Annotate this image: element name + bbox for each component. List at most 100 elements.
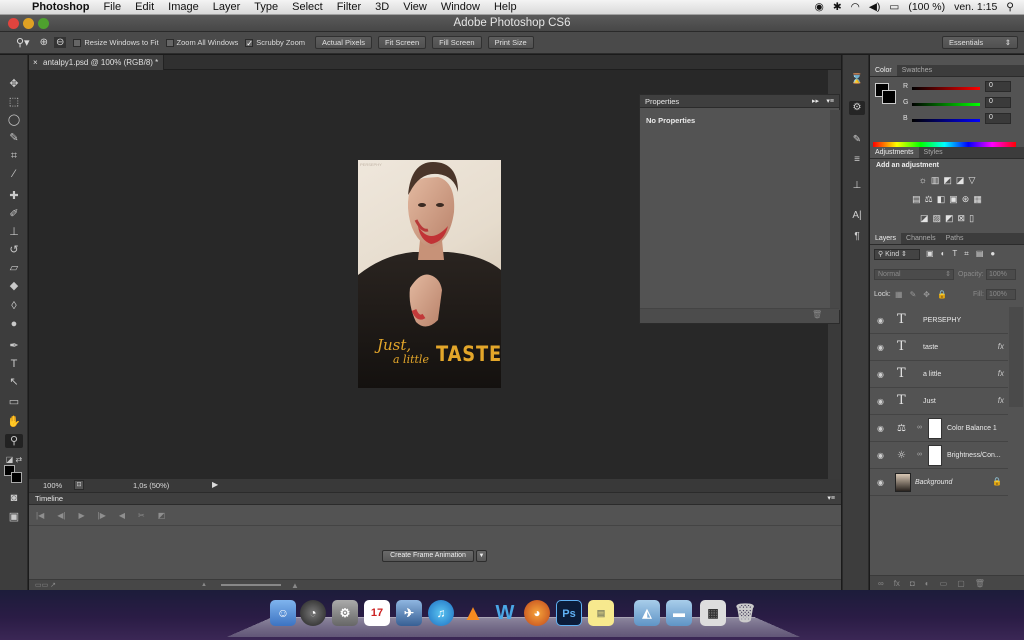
volume-icon[interactable]: ◀) xyxy=(869,1,881,13)
menu-image[interactable]: Image xyxy=(161,1,206,13)
menu-3d[interactable]: 3D xyxy=(368,1,396,13)
hue-saturation-icon[interactable]: ▤ xyxy=(912,194,921,205)
layer-row[interactable]: ◉ ☼ ∞ Brightness/Con... xyxy=(870,442,1008,469)
trash-icon[interactable]: 🗑 xyxy=(732,600,758,626)
type-tool-icon[interactable]: T xyxy=(5,357,23,371)
marquee-tool-icon[interactable]: ⬚ xyxy=(5,95,23,109)
document-tab[interactable]: × antalpy1.psd @ 100% (RGB/8) * xyxy=(29,55,164,70)
eyedropper-tool-icon[interactable]: ⁄ xyxy=(5,167,23,181)
visibility-eye-icon[interactable]: ◉ xyxy=(877,343,884,352)
background-color-swatch[interactable] xyxy=(882,90,896,104)
layer-row[interactable]: ◉ T taste fx xyxy=(870,334,1008,361)
red-value-field[interactable]: 0 xyxy=(985,81,1011,92)
split-scissors-icon[interactable]: ✂ xyxy=(138,511,145,520)
menu-help[interactable]: Help xyxy=(487,1,524,13)
photoshop-dock-icon[interactable]: Ps xyxy=(556,600,582,626)
paragraph-panel-icon[interactable]: ¶ xyxy=(849,230,865,244)
pen-tool-icon[interactable]: ✒ xyxy=(5,339,23,353)
firefox-icon[interactable]: ◕ xyxy=(524,600,550,626)
scrubby-zoom-checkbox[interactable]: ✓ Scrubby Zoom xyxy=(245,38,305,47)
screen-mode-icon[interactable]: ▣ xyxy=(5,510,23,524)
green-slider[interactable] xyxy=(912,103,980,106)
eye-menulet-icon[interactable]: ◉ xyxy=(815,1,824,13)
hand-tool-icon[interactable]: ✋ xyxy=(5,415,23,429)
properties-scrollbar[interactable] xyxy=(830,110,840,310)
blue-value-field[interactable]: 0 xyxy=(985,113,1011,124)
brightness-contrast-icon[interactable]: ☼ xyxy=(919,175,927,186)
vibrance-icon[interactable]: ▽ xyxy=(968,175,975,186)
chevron-down-icon[interactable]: ▼ xyxy=(476,550,487,562)
menu-app-name[interactable]: Photoshop xyxy=(30,1,96,13)
filter-kind-select[interactable]: ⚲ Kind ⇕ xyxy=(874,249,920,260)
tab-adjustments[interactable]: Adjustments xyxy=(870,147,919,158)
zoom-tool-icon[interactable]: ⚲ xyxy=(5,434,23,448)
status-info-icon[interactable]: ⊡ xyxy=(74,480,84,490)
pixel-filter-icon[interactable]: ▣ xyxy=(926,249,934,259)
history-panel-icon[interactable]: ⌛ xyxy=(849,73,865,87)
brush-panel-icon[interactable]: ✎ xyxy=(849,133,865,147)
actual-pixels-button[interactable]: Actual Pixels xyxy=(315,36,372,49)
layer-row[interactable]: ◉ ⚖ ∞ Color Balance 1 xyxy=(870,415,1008,442)
photo-filter-icon[interactable]: ▣ xyxy=(949,194,958,205)
layer-mask-thumbnail[interactable] xyxy=(928,418,942,439)
resize-windows-checkbox[interactable]: Resize Windows to Fit xyxy=(73,38,159,47)
audio-icon[interactable]: ◀ xyxy=(119,511,125,520)
system-preferences-icon[interactable]: ⚙ xyxy=(332,600,358,626)
background-color-swatch[interactable] xyxy=(11,472,22,483)
menu-file[interactable]: File xyxy=(96,1,128,13)
bluetooth-icon[interactable]: ✱ xyxy=(833,1,842,13)
lock-pixels-icon[interactable]: ✎ xyxy=(910,290,917,299)
applications-folder-icon[interactable]: ◭ xyxy=(634,600,660,626)
smart-object-filter-icon[interactable]: ▤ xyxy=(976,249,984,259)
layers-scrollbar[interactable] xyxy=(1009,307,1023,407)
visibility-eye-icon[interactable]: ◉ xyxy=(877,397,884,406)
link-icon[interactable]: ∞ xyxy=(917,424,922,431)
brush-presets-icon[interactable]: ≡ xyxy=(849,153,865,167)
tab-swatches[interactable]: Swatches xyxy=(897,65,937,76)
rectangle-tool-icon[interactable]: ▭ xyxy=(5,395,23,409)
color-balance-icon[interactable]: ⚖ xyxy=(925,194,933,205)
zoom-tool-preset-icon[interactable]: ⚲▾ xyxy=(16,36,30,49)
posterize-icon[interactable]: ▨ xyxy=(932,213,941,224)
transition-icon[interactable]: ◩ xyxy=(158,511,166,520)
canvas-image[interactable]: PERSEPHY Just, a little TASTE xyxy=(358,160,501,388)
print-size-button[interactable]: Print Size xyxy=(487,36,534,49)
dodge-tool-icon[interactable]: ● xyxy=(5,317,23,331)
status-menu-arrow-icon[interactable]: ▶ xyxy=(212,480,218,489)
trash-icon[interactable]: 🗑 xyxy=(812,310,822,319)
documents-folder-icon[interactable]: ▬ xyxy=(666,600,692,626)
add-style-icon[interactable]: fx xyxy=(894,579,900,588)
properties-header[interactable]: Properties ▸▸ ▾≡ xyxy=(640,95,839,108)
fill-screen-button[interactable]: Fill Screen xyxy=(432,36,482,49)
layer-thumbnail[interactable] xyxy=(895,473,911,492)
layer-row[interactable]: ◉ T Just fx xyxy=(870,388,1008,415)
close-tab-icon[interactable]: × xyxy=(33,55,38,70)
layer-row[interactable]: ◉ Background 🔒 xyxy=(870,469,1008,496)
threshold-icon[interactable]: ◩ xyxy=(945,213,954,224)
type-filter-icon[interactable]: T xyxy=(952,249,957,259)
create-frame-animation-button[interactable]: Create Frame Animation xyxy=(382,550,474,562)
zoom-out-icon[interactable]: ⊖ xyxy=(53,37,67,48)
add-mask-icon[interactable]: ◘ xyxy=(910,579,915,588)
crop-tool-icon[interactable]: ⌗ xyxy=(5,149,23,163)
menu-view[interactable]: View xyxy=(396,1,434,13)
tab-layers[interactable]: Layers xyxy=(870,233,902,244)
paint-bucket-tool-icon[interactable]: ◆ xyxy=(5,279,23,293)
vlc-icon[interactable]: ▲ xyxy=(460,600,486,626)
menu-filter[interactable]: Filter xyxy=(330,1,368,13)
zoom-all-windows-checkbox[interactable]: Zoom All Windows xyxy=(165,38,238,47)
close-window-button[interactable] xyxy=(8,18,19,29)
panel-menu-icon[interactable]: ▾≡ xyxy=(827,493,835,505)
downloads-stack-icon[interactable]: ▦ xyxy=(700,600,726,626)
visibility-eye-icon[interactable]: ◉ xyxy=(877,451,884,460)
zoom-in-icon[interactable]: ⊕ xyxy=(40,37,48,48)
itunes-icon[interactable]: ♫ xyxy=(428,600,454,626)
go-to-first-frame-icon[interactable]: |◀ xyxy=(36,511,44,520)
tab-color[interactable]: Color xyxy=(870,65,897,76)
panel-menu-icon[interactable]: ▾≡ xyxy=(826,95,834,108)
link-icon[interactable]: ∞ xyxy=(917,451,922,458)
move-tool-icon[interactable]: ✥ xyxy=(5,77,23,91)
new-layer-icon[interactable]: ▢ xyxy=(957,579,965,588)
character-panel-icon[interactable]: A| xyxy=(849,209,865,223)
lock-transparent-icon[interactable]: ▦ xyxy=(895,290,903,299)
